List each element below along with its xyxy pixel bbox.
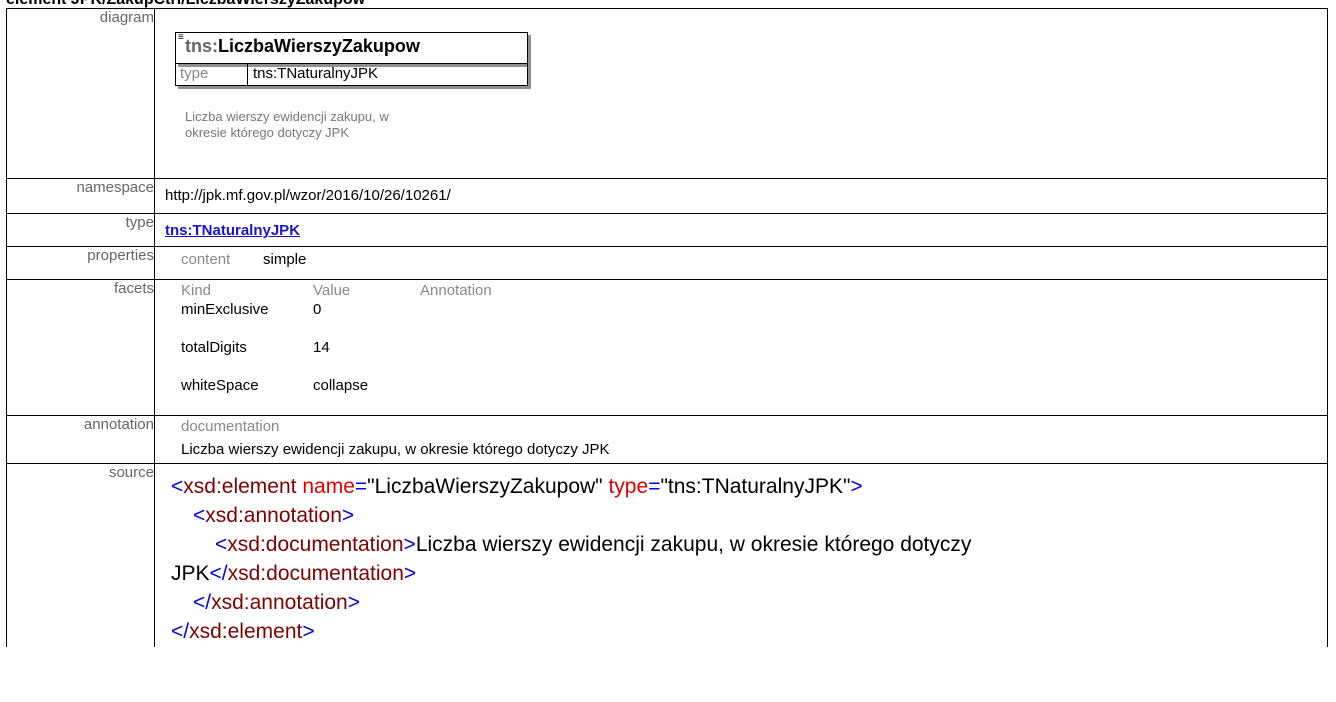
facet-kind: totalDigits <box>181 339 247 356</box>
facets-table: Kind Value Annotation minExclusive 0 tot… <box>155 280 1327 415</box>
type-key: type <box>180 65 209 82</box>
row-source: source <xsd:element name="LiczbaWierszyZ… <box>6 463 1328 647</box>
facet-kind: whiteSpace <box>181 377 259 394</box>
element-description: Liczba wierszy ewidencji zakupu, w okres… <box>185 109 389 140</box>
property-key: content <box>181 251 231 268</box>
element-content-icon: ≡ <box>178 32 184 43</box>
element-type-row: type tns:TNaturalnyJPK <box>175 64 528 86</box>
facet-value: 14 <box>313 339 330 356</box>
row-properties: properties content simple <box>6 246 1328 280</box>
annotation-value: Liczba wierszy ewidencji zakupu, w okres… <box>181 441 610 458</box>
row-label-namespace: namespace <box>6 178 155 214</box>
row-label-type: type <box>6 213 155 247</box>
source-line: <xsd:documentation>Liczba wierszy ewiden… <box>215 533 972 556</box>
xsd-source: <xsd:element name="LiczbaWierszyZakupow"… <box>155 464 1327 647</box>
property-value: simple <box>263 251 307 268</box>
facet-header-value: Value <box>313 282 351 299</box>
source-line: <xsd:element name="LiczbaWierszyZakupow"… <box>171 475 863 498</box>
type-value: tns:TNaturalnyJPK <box>253 65 379 82</box>
row-label-diagram: diagram <box>6 8 155 179</box>
source-line: JPK</xsd:documentation> <box>171 562 417 585</box>
element-name: tns:LiczbaWierszyZakupow <box>185 36 420 56</box>
row-type: type tns:TNaturalnyJPK <box>6 213 1328 247</box>
element-box: ≡ tns:LiczbaWierszyZakupow <box>175 32 528 64</box>
row-label-facets: facets <box>6 279 155 416</box>
annotation-key: documentation <box>181 418 280 435</box>
type-divider <box>247 64 248 85</box>
source-line: </xsd:element> <box>171 620 315 643</box>
row-namespace: namespace http://jpk.mf.gov.pl/wzor/2016… <box>6 178 1328 214</box>
row-facets: facets Kind Value Annotation minExclusiv… <box>6 279 1328 416</box>
type-link[interactable]: tns:TNaturalnyJPK <box>165 222 300 239</box>
facet-header-annotation: Annotation <box>420 282 492 299</box>
facet-kind: minExclusive <box>181 301 269 318</box>
facet-value: collapse <box>313 377 369 394</box>
row-annotation: annotation documentation Liczba wierszy … <box>6 415 1328 464</box>
source-line: </xsd:annotation> <box>193 591 360 614</box>
row-label-source: source <box>6 463 155 647</box>
facet-header-kind: Kind <box>181 282 212 299</box>
namespace-value: http://jpk.mf.gov.pl/wzor/2016/10/26/102… <box>165 187 451 204</box>
row-diagram: diagram ≡ tns:LiczbaWierszyZakupow type … <box>6 8 1328 179</box>
source-line: <xsd:annotation> <box>193 504 355 527</box>
diagram-cell: ≡ tns:LiczbaWierszyZakupow type tns:TNat… <box>154 8 1328 179</box>
facet-value: 0 <box>313 301 322 318</box>
row-label-annotation: annotation <box>6 415 155 464</box>
element-doc-table: diagram ≡ tns:LiczbaWierszyZakupow type … <box>6 8 1328 647</box>
row-label-properties: properties <box>6 246 155 280</box>
